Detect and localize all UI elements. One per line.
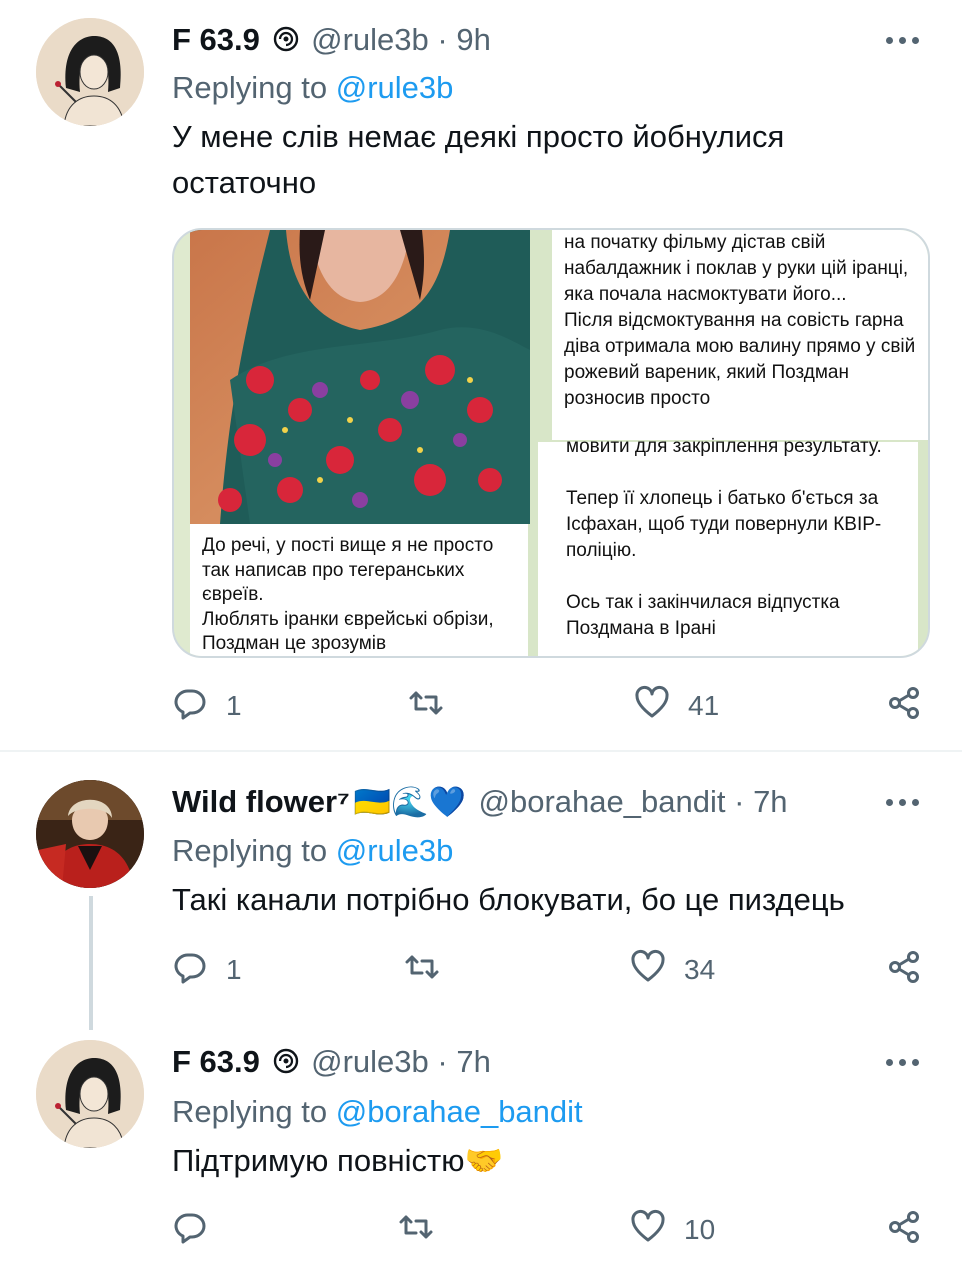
tweet-1[interactable]: F 63.9 @rule3b · 9h Replying to @rule3b … (0, 0, 962, 752)
tweet-3[interactable]: F 63.9 @rule3b · 7h Replying to @borahae… (0, 1032, 962, 1280)
reply-icon (172, 685, 208, 728)
reply-count: 1 (226, 690, 242, 721)
share-icon (886, 685, 922, 728)
retweet-icon (408, 685, 444, 728)
reply-button[interactable] (172, 1208, 226, 1252)
reply-button[interactable]: 1 (172, 684, 242, 728)
media-photo[interactable] (190, 230, 530, 524)
replying-prefix: Replying to (172, 1094, 336, 1129)
tweet-text: Підтримую повністю🤝 (172, 1143, 504, 1178)
caption-right-para-2: Тепер її хлопець і батько б'ється за Ісф… (566, 488, 882, 561)
retweet-button[interactable] (398, 1208, 452, 1252)
like-button[interactable]: 41 (634, 684, 719, 728)
replying-to: Replying to @rule3b (172, 831, 453, 871)
separator-dot: · (437, 22, 448, 57)
share-icon (886, 1209, 922, 1252)
more-icon[interactable] (886, 1056, 922, 1068)
like-icon (634, 685, 670, 728)
like-button[interactable]: 34 (630, 948, 715, 992)
replying-link[interactable]: @rule3b (336, 70, 454, 105)
retweet-button[interactable] (408, 684, 462, 728)
replying-prefix: Replying to (172, 70, 336, 105)
reply-button[interactable]: 1 (172, 948, 242, 992)
caption-left-text: До речі, у пості вище я не просто так на… (202, 535, 494, 654)
caption-right-top-text: на початку фільму дістав свій набалдажни… (564, 232, 916, 409)
avatar[interactable] (36, 780, 144, 888)
avatar[interactable] (36, 1040, 144, 1148)
separator-dot: · (437, 1044, 448, 1079)
more-icon[interactable] (886, 796, 922, 808)
replying-link[interactable]: @borahae_bandit (336, 1094, 583, 1129)
tweet-header: F 63.9 @rule3b · 9h (172, 20, 491, 62)
tweet-2[interactable]: Wild flower⁷ 🇺🇦🌊💙 @borahae_bandit · 7h Re… (0, 752, 962, 1032)
replying-link[interactable]: @rule3b (336, 833, 454, 868)
name-emojis: 🇺🇦🌊💙 (353, 786, 466, 819)
like-icon (630, 1209, 666, 1252)
media-caption-left: До речі, у пості вище я не просто так на… (190, 524, 528, 656)
timestamp[interactable]: 7h (753, 784, 787, 819)
more-icon[interactable] (886, 34, 922, 46)
media-panel-left: До речі, у пості вище я не просто так на… (174, 230, 530, 656)
share-icon (886, 949, 922, 992)
like-count: 10 (684, 1214, 716, 1245)
retweet-icon (398, 1209, 434, 1252)
replying-to: Replying to @borahae_bandit (172, 1092, 583, 1132)
retweet-button[interactable] (404, 948, 458, 992)
tweet-text: Такі канали потрібно блокувати, бо це пи… (172, 882, 845, 917)
thread-line (89, 896, 93, 1030)
handle[interactable]: @borahae_bandit (479, 784, 726, 819)
like-count: 41 (688, 690, 720, 721)
handle[interactable]: @rule3b (311, 22, 429, 57)
media-caption-right-top: на початку фільму дістав свій набалдажни… (552, 230, 928, 440)
display-name[interactable]: F 63.9 (172, 1044, 260, 1079)
tweet-actions: 1 41 (172, 684, 932, 728)
verified-badge-icon (273, 1044, 299, 1084)
tweet-header: F 63.9 @rule3b · 7h (172, 1042, 491, 1084)
media-caption-right-bottom: мовити для закріплення результату. Тепер… (538, 436, 918, 656)
share-button[interactable] (886, 1208, 922, 1252)
reply-count: 1 (226, 954, 242, 985)
handle[interactable]: @rule3b (311, 1044, 429, 1079)
caption-right-para-3: Ось так і закінчилася відпустка Поздмана… (566, 592, 840, 639)
avatar[interactable] (36, 18, 144, 126)
separator-dot: · (734, 784, 745, 819)
share-button[interactable] (886, 684, 922, 728)
tweet-media[interactable]: До речі, у пості вище я не просто так на… (172, 228, 930, 658)
like-icon (630, 949, 666, 992)
tweet-header: Wild flower⁷ 🇺🇦🌊💙 @borahae_bandit · 7h (172, 782, 788, 823)
timestamp[interactable]: 7h (456, 1044, 490, 1079)
caption-right-para-1: мовити для закріплення результату. (566, 436, 882, 457)
verified-badge-icon (273, 22, 299, 62)
like-count: 34 (684, 954, 716, 985)
display-name[interactable]: F 63.9 (172, 22, 260, 57)
media-panel-right: на початку фільму дістав свій набалдажни… (538, 230, 928, 656)
tweet-actions: 10 (172, 1208, 932, 1252)
reply-icon (172, 949, 208, 992)
retweet-icon (404, 949, 440, 992)
reply-icon (172, 1209, 208, 1252)
tweet-actions: 1 34 (172, 948, 932, 992)
like-button[interactable]: 10 (630, 1208, 715, 1252)
display-name[interactable]: Wild flower⁷ (172, 784, 350, 819)
share-button[interactable] (886, 948, 922, 992)
timestamp[interactable]: 9h (456, 22, 490, 57)
replying-to: Replying to @rule3b (172, 68, 453, 108)
replying-prefix: Replying to (172, 833, 336, 868)
tweet-text: У мене слів немає деякі просто йобнулися… (172, 119, 785, 200)
